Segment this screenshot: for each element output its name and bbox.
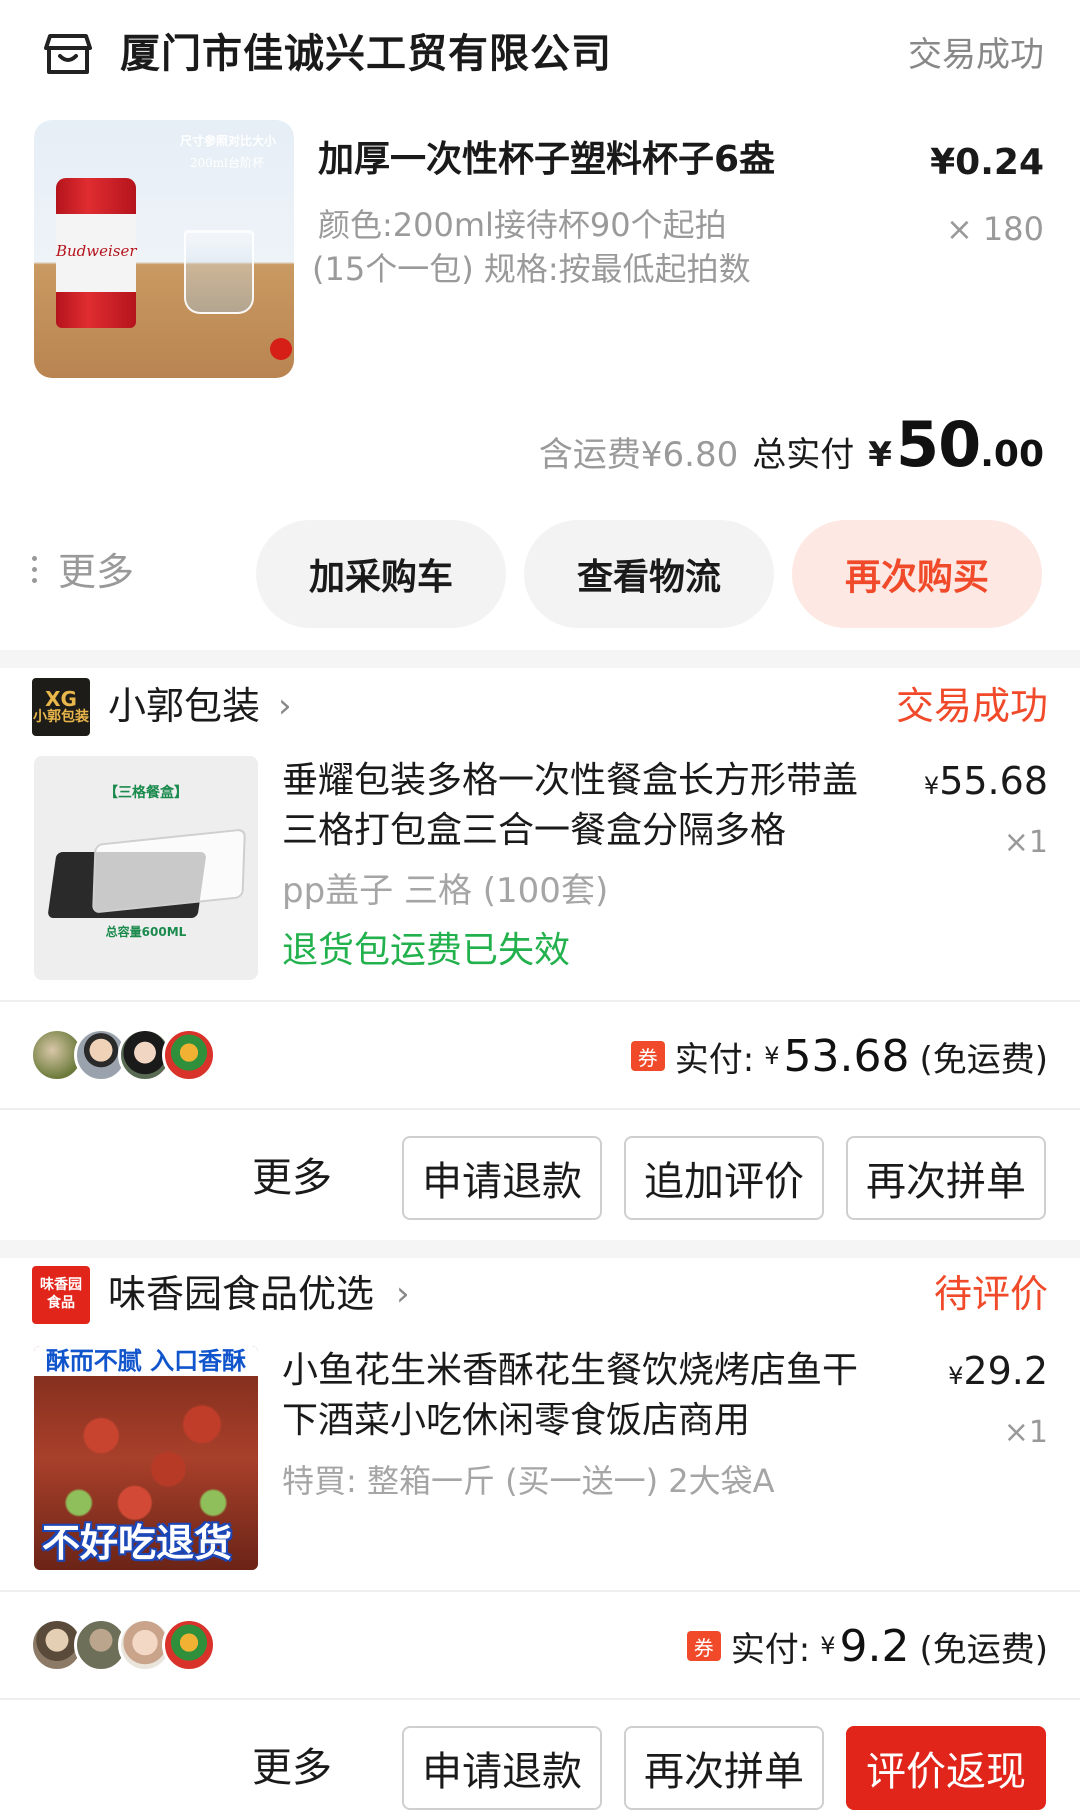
product-title[interactable]: 小鱼花生米香酥花生餐饮烧烤店鱼干下酒菜小吃休闲零食饭店商用 [282,1346,882,1446]
request-refund-button[interactable]: 申请退款 [402,1136,602,1220]
shop-logo-text: 食品 [47,1295,75,1311]
chevron-right-icon[interactable]: › [278,678,292,734]
image-overlay-text: 不好吃退货 [42,1521,233,1565]
group-again-button[interactable]: 再次拼单 [624,1726,824,1810]
beer-can-graphic: Budweiser [56,178,137,328]
shipping-fee: 含运费¥6.80 [538,435,739,475]
image-caption: 200ml台阶杯 [189,156,264,170]
image-brand: Budweiser [56,242,137,260]
product-price: ¥0.24 [930,142,1044,183]
coupon-icon: 券 [686,1631,721,1661]
more-button[interactable]: 更多 [58,544,134,600]
order-status: 待评价 [933,1272,1048,1316]
product-spec: 颜色:200ml接待杯90个起拍 [318,206,727,244]
plastic-cup-graphic [184,230,254,314]
request-refund-button[interactable]: 申请退款 [402,1726,602,1810]
shop-name[interactable]: 小郭包装 [108,678,260,734]
chevron-right-icon[interactable]: › [396,1266,410,1322]
currency-symbol: ¥ [948,1362,964,1390]
section-divider [0,650,1080,668]
avatar [162,1028,216,1082]
paid-label: 实付: [674,1039,755,1080]
product-quantity: ×1 [1003,1415,1048,1450]
shop-logo-text: 味香园 [40,1277,82,1293]
more-button[interactable]: 更多 [252,1738,332,1798]
tomato-graphic [270,338,292,360]
more-dots-icon[interactable] [32,556,38,586]
shop-logo-mark: XG [45,687,77,711]
group-avatars[interactable] [30,1618,216,1672]
paid-amount: 53.68 [783,1030,910,1082]
section-divider [0,1240,1080,1258]
meal-box-lid-graphic [92,828,246,914]
shop-logo[interactable]: 味香园 食品 [32,1266,90,1324]
product-quantity: ×1 [1003,825,1048,860]
divider [0,1108,1080,1110]
image-banner-text: 酥而不腻 入口香酥 [34,1346,258,1376]
paid-label: 实付: [730,1629,811,1670]
more-button[interactable]: 更多 [252,1148,332,1208]
price-value: 29.2 [963,1349,1048,1393]
shop-logo[interactable]: XG 小郭包装 [32,678,90,736]
product-title[interactable]: 垂耀包装多格一次性餐盒长方形带盖三格打包盒三合一餐盒分隔多格 [282,756,882,856]
image-caption: 总容量600ML [105,925,187,939]
product-quantity: × 180 [945,210,1044,248]
shop-name[interactable]: 厦门市佳诚兴工贸有限公司 [120,26,612,82]
product-spec: (15个一包) 规格:按最低起拍数 [312,250,751,288]
currency-symbol: ¥ [868,435,892,475]
add-to-cart-button[interactable]: 加采购车 [256,520,506,628]
divider [0,1698,1080,1700]
product-image[interactable]: 【三格餐盒】 总容量600ML [34,756,258,980]
product-image[interactable]: 尺寸参照对比大小 200ml台阶杯 Budweiser [34,120,294,378]
image-label: 【三格餐盒】 [104,785,188,801]
product-spec: pp盖子 三格 (100套) [282,871,609,911]
store-icon [44,34,92,74]
product-spec: 特買: 整箱一斤 (买一送一) 2大袋A [282,1462,775,1500]
shipping-note: (免运费) [919,1039,1048,1080]
group-again-button[interactable]: 再次拼单 [846,1136,1046,1220]
paid-amount: 9.2 [839,1620,910,1672]
order-summary: 含运费¥6.80 总实付 ¥ 50 .00 [538,408,1044,481]
product-price: ¥55.68 [924,756,1048,811]
return-shipping-notice: 退货包运费已失效 [282,930,571,971]
total-label: 总实付 [752,435,855,475]
total-amount-decimal: .00 [980,434,1044,475]
amount-paid: 券 实付: ¥ 53.68 (免运费) [630,1026,1048,1086]
currency-symbol: ¥ [820,1632,836,1660]
divider [0,1000,1080,1002]
order-status: 交易成功 [908,35,1044,75]
shipping-note: (免运费) [919,1629,1048,1670]
product-title[interactable]: 加厚一次性杯子塑料杯子6盎 [318,134,775,186]
currency-symbol: ¥ [764,1042,780,1070]
image-caption: 尺寸参照对比大小 [179,134,276,148]
product-image[interactable]: 酥而不腻 入口香酥 不好吃退货 [34,1346,258,1570]
view-logistics-button[interactable]: 查看物流 [524,520,774,628]
group-avatars[interactable] [30,1028,216,1082]
product-price: ¥29.2 [948,1346,1048,1401]
shop-logo-text: 小郭包装 [33,709,89,725]
currency-symbol: ¥ [923,772,940,800]
shop-name[interactable]: 味香园食品优选 [108,1266,374,1322]
add-review-button[interactable]: 追加评价 [624,1136,824,1220]
avatar [162,1618,216,1672]
amount-paid: 券 实付: ¥ 9.2 (免运费) [686,1616,1048,1676]
order-status: 交易成功 [895,684,1048,728]
coupon-icon: 券 [630,1041,665,1071]
divider [0,1590,1080,1592]
buy-again-button[interactable]: 再次购买 [792,520,1042,628]
review-cashback-button[interactable]: 评价返现 [846,1726,1046,1810]
total-amount-integer: 50 [895,408,981,481]
price-value: 55.68 [939,759,1048,803]
